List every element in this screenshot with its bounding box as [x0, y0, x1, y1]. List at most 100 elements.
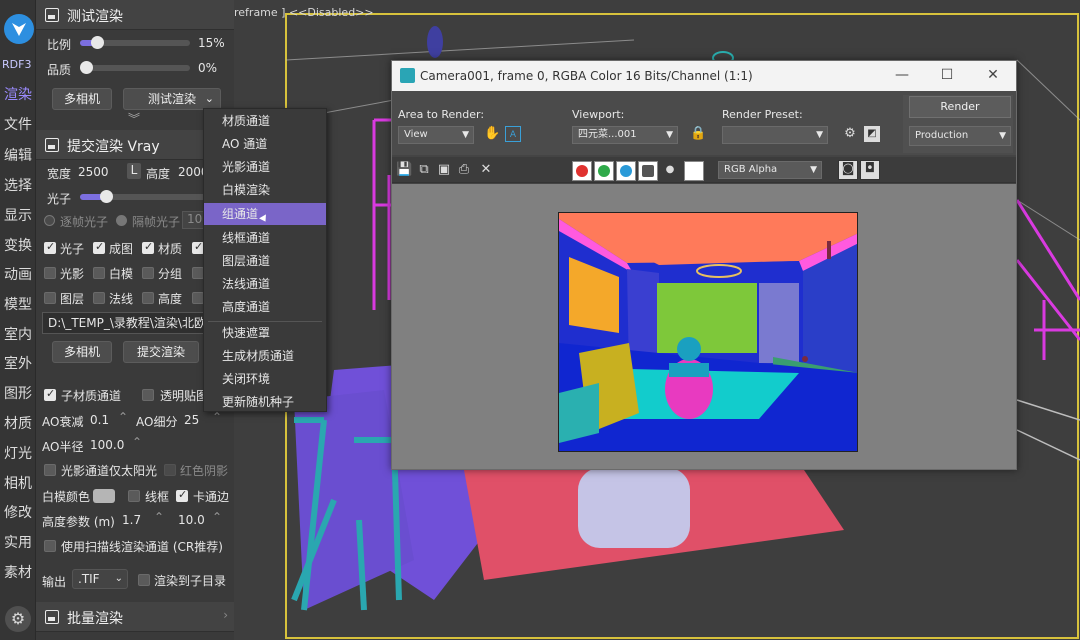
quality-slider-thumb[interactable]: [80, 61, 93, 74]
sidebar-item[interactable]: 显示: [3, 205, 33, 225]
settings-gear-icon[interactable]: ⚙: [5, 606, 31, 632]
collapse-chevron-icon[interactable]: ︾: [128, 110, 140, 127]
ao-radius-value[interactable]: 100.0: [90, 438, 124, 452]
red-shadow-checkbox[interactable]: [164, 464, 176, 476]
context-menu-item[interactable]: 快速遮罩: [204, 322, 326, 344]
sidebar-item[interactable]: 室内: [3, 324, 33, 344]
sidebar-item[interactable]: 动画: [3, 264, 33, 284]
app-logo-icon[interactable]: [4, 14, 34, 44]
render-preset-select[interactable]: ▼: [722, 126, 828, 144]
pass-checkbox[interactable]: [44, 267, 56, 279]
test-render-header[interactable]: 测试渲染: [36, 0, 234, 30]
sidebar-item[interactable]: 室外: [3, 353, 33, 373]
render-window-titlebar[interactable]: Camera001, frame 0, RGBA Color 16 Bits/C…: [392, 61, 1016, 91]
clear-image-icon[interactable]: ✕: [478, 162, 494, 178]
context-menu-item[interactable]: 材质通道: [204, 110, 326, 132]
sidebar-item[interactable]: 选择: [3, 175, 33, 195]
light-sun-only-checkbox[interactable]: [44, 464, 56, 476]
sidebar-item[interactable]: 素材: [3, 562, 33, 582]
width-value[interactable]: 2500: [78, 165, 109, 179]
minimize-icon[interactable]: —: [892, 67, 912, 83]
render-button[interactable]: Render: [909, 96, 1011, 118]
white-model-color-swatch[interactable]: [93, 489, 115, 503]
context-menu-item[interactable]: 光影通道: [204, 156, 326, 178]
sub-material-checkbox[interactable]: [44, 387, 56, 401]
output-format-select[interactable]: .TIF ⌄: [72, 569, 128, 589]
sidebar-item[interactable]: 模型: [3, 294, 33, 314]
toggle-ui-icon[interactable]: ◘: [860, 160, 880, 180]
sidebar-item[interactable]: 文件: [3, 114, 33, 134]
maximize-icon[interactable]: ☐: [937, 67, 957, 83]
scanline-checkbox[interactable]: [44, 540, 56, 552]
context-menu-item[interactable]: AO 通道: [204, 133, 326, 155]
alternate-frame-photon-radio[interactable]: [116, 215, 127, 226]
auto-region-icon[interactable]: A: [505, 126, 521, 142]
pass-checkbox[interactable]: [44, 292, 56, 304]
output-path-field[interactable]: D:\_TEMP_\录教程\渲染\北欧: [42, 312, 210, 334]
pass-checkbox[interactable]: [93, 240, 105, 254]
context-menu-item[interactable]: 高度通道: [204, 296, 326, 318]
ao-subdiv-value[interactable]: 25: [184, 413, 199, 427]
sidebar-item[interactable]: 实用: [3, 532, 33, 552]
per-frame-photon-radio[interactable]: [44, 215, 55, 226]
sidebar-item[interactable]: 材质: [3, 413, 33, 433]
sidebar-item[interactable]: 灯光: [3, 443, 33, 463]
photon-slider-thumb[interactable]: [100, 190, 113, 203]
save-image-icon[interactable]: 💾: [396, 162, 412, 178]
pass-checkbox[interactable]: [142, 240, 154, 254]
ao-radius-spinner-icon[interactable]: ⌃: [132, 435, 142, 449]
monochrome-icon[interactable]: ●: [662, 162, 678, 178]
print-image-icon[interactable]: ⎙: [456, 162, 472, 178]
context-menu-item[interactable]: 图层通道: [204, 250, 326, 272]
clone-window-icon[interactable]: ▣: [436, 162, 452, 178]
sidebar-item[interactable]: 图形: [3, 383, 33, 403]
context-menu-item[interactable]: 生成材质通道: [204, 345, 326, 367]
pass-checkbox[interactable]: [44, 240, 56, 254]
toggle-ui-overlay-icon[interactable]: ◙: [838, 160, 858, 180]
pass-checkbox[interactable]: [142, 267, 154, 279]
red-channel-toggle[interactable]: [572, 161, 592, 181]
transparent-map-checkbox[interactable]: [142, 389, 154, 401]
viewport-select[interactable]: 四元菜...001 ▼: [572, 126, 678, 144]
context-menu-item[interactable]: 关闭环境: [204, 368, 326, 390]
render-to-subdir-checkbox[interactable]: [138, 574, 150, 586]
context-menu-item[interactable]: 线框通道: [204, 227, 326, 249]
height-min-spinner-icon[interactable]: ⌃: [154, 510, 164, 524]
pass-checkbox[interactable]: [93, 267, 105, 279]
scale-slider-thumb[interactable]: [90, 36, 104, 49]
multi-camera-submit-button[interactable]: 多相机: [52, 341, 112, 363]
area-to-render-select[interactable]: View ▼: [398, 126, 474, 144]
wireframe-checkbox[interactable]: [128, 490, 140, 502]
display-channel-select[interactable]: RGB Alpha ▼: [718, 161, 822, 179]
pass-checkbox[interactable]: [93, 292, 105, 304]
batch-render-header[interactable]: 批量渲染 ›: [36, 602, 234, 632]
sidebar-item[interactable]: 修改: [3, 502, 33, 522]
photon-slider[interactable]: [80, 190, 210, 203]
context-menu-item[interactable]: 更新随机种子: [204, 391, 326, 413]
environment-effects-icon[interactable]: ◩: [864, 126, 880, 142]
sidebar-item[interactable]: 渲染: [3, 84, 33, 104]
height-max-spinner-icon[interactable]: ⌃: [212, 510, 222, 524]
viewport-label[interactable]: reframe ] <<Disabled>>: [234, 6, 374, 19]
color-swatch[interactable]: [684, 161, 704, 181]
test-render-button[interactable]: 测试渲染 ⌄: [123, 88, 221, 110]
context-menu-item[interactable]: 法线通道: [204, 273, 326, 295]
render-setup-icon[interactable]: ⚙: [842, 126, 858, 142]
lock-icon[interactable]: 🔒: [690, 126, 706, 142]
card-edge-checkbox[interactable]: [176, 488, 188, 502]
quality-slider[interactable]: [80, 61, 190, 74]
multi-camera-button[interactable]: 多相机: [52, 88, 112, 110]
height-param-max[interactable]: 10.0: [178, 513, 205, 527]
sidebar-item[interactable]: 变换: [3, 235, 33, 255]
blue-channel-toggle[interactable]: [616, 161, 636, 181]
production-select[interactable]: Production ▼: [909, 126, 1011, 146]
ao-decay-value[interactable]: 0.1: [90, 413, 109, 427]
pan-hand-icon[interactable]: ✋: [484, 126, 500, 142]
sidebar-item[interactable]: 相机: [3, 473, 33, 493]
close-icon[interactable]: ✕: [983, 67, 1003, 83]
height-param-min[interactable]: 1.7: [122, 513, 141, 527]
sidebar-item[interactable]: 编辑: [3, 145, 33, 165]
alpha-channel-toggle[interactable]: [638, 161, 658, 181]
scale-slider[interactable]: [80, 36, 190, 49]
submit-render-button[interactable]: 提交渲染: [123, 341, 199, 363]
